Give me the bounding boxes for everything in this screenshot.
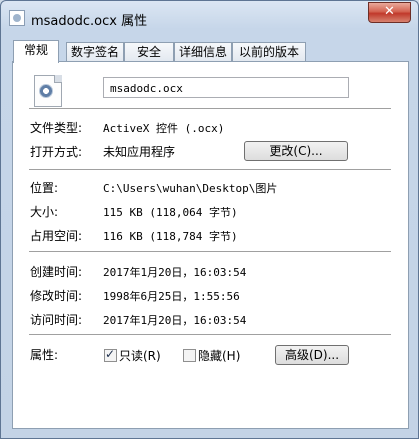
change-button[interactable]: 更改(C)...: [244, 141, 348, 161]
tab-details[interactable]: 详细信息: [174, 42, 232, 61]
accessed-label: 访问时间:: [30, 313, 83, 327]
close-button[interactable]: ✕: [368, 2, 411, 23]
modified-label: 修改时间:: [30, 289, 83, 303]
location-value: C:\Users\wuhan\Desktop\图片: [103, 182, 278, 195]
tab-general[interactable]: 常规: [13, 40, 59, 63]
separator: [29, 169, 391, 170]
readonly-checkbox[interactable]: [104, 347, 117, 362]
activex-file-icon: [34, 75, 62, 107]
tab-security[interactable]: 安全: [124, 42, 174, 61]
size-on-disk-label: 占用空间:: [30, 229, 83, 243]
properties-window: msadodc.ocx 属性 ✕ 常规 数字签名 安全 详细信息 以前的版本 m…: [0, 0, 419, 439]
general-panel: msadodc.ocx 文件类型: ActiveX 控件 (.ocx) 打开方式…: [12, 61, 409, 429]
size-on-disk-value: 116 KB (118,784 字节): [103, 230, 238, 243]
tab-digital-signatures[interactable]: 数字签名: [66, 42, 124, 61]
hidden-label[interactable]: 隐藏(H): [198, 347, 240, 364]
window-title: msadodc.ocx 属性: [31, 14, 148, 29]
attributes-label: 属性:: [30, 348, 59, 362]
created-value: 2017年1月20日，16:03:54: [103, 266, 247, 279]
hidden-checkbox[interactable]: [183, 349, 196, 362]
opens-with-value: 未知应用程序: [103, 145, 176, 159]
location-label: 位置:: [30, 181, 59, 195]
type-value: ActiveX 控件 (.ocx): [103, 122, 225, 135]
size-value: 115 KB (118,064 字节): [103, 206, 238, 219]
readonly-label[interactable]: 只读(R): [119, 347, 161, 364]
accessed-value: 2017年1月20日，16:03:54: [103, 314, 247, 327]
tab-previous-versions[interactable]: 以前的版本: [232, 42, 306, 61]
file-icon: [9, 10, 25, 26]
separator: [29, 334, 391, 335]
filename-input[interactable]: msadodc.ocx: [103, 77, 349, 98]
opens-with-label: 打开方式:: [30, 145, 83, 159]
modified-value: 1998年6月25日，1:55:56: [103, 290, 240, 303]
gear-icon: [39, 84, 53, 98]
type-label: 文件类型:: [30, 121, 83, 135]
title-bar[interactable]: msadodc.ocx 属性 ✕: [1, 1, 418, 31]
advanced-button[interactable]: 高级(D)...: [275, 345, 349, 365]
size-label: 大小:: [30, 205, 59, 219]
separator: [29, 251, 391, 252]
separator: [29, 108, 391, 109]
created-label: 创建时间:: [30, 265, 83, 279]
